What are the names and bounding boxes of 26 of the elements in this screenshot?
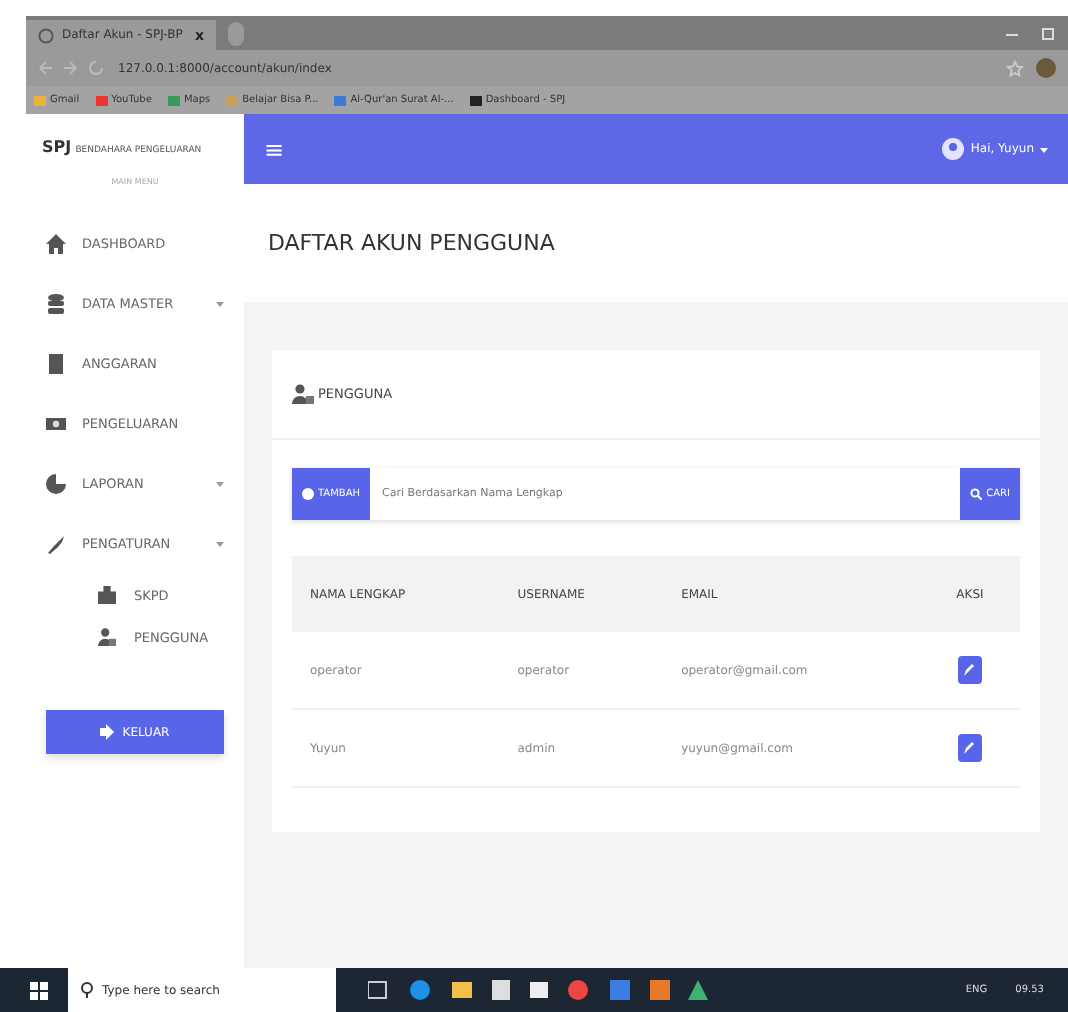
star-icon[interactable]	[1006, 59, 1024, 77]
search-icon	[970, 488, 983, 500]
avatar-icon	[942, 138, 965, 160]
users-icon	[98, 628, 118, 646]
edit-button[interactable]	[957, 734, 982, 762]
menu-icon[interactable]: ≡	[264, 135, 285, 163]
caret-icon	[1040, 145, 1048, 153]
sign-out-icon	[100, 724, 117, 740]
brand-logo: SPJ	[42, 138, 72, 156]
windows-icon[interactable]	[30, 981, 48, 999]
money-icon	[46, 414, 66, 434]
pencil-icon	[962, 663, 977, 677]
building-icon	[98, 586, 118, 604]
database-icon	[46, 294, 66, 314]
profile-icon[interactable]	[1036, 58, 1056, 78]
search-icon	[80, 982, 94, 998]
plus-icon	[302, 488, 314, 500]
chart-icon	[46, 474, 66, 494]
book-icon	[46, 354, 66, 374]
edit-button[interactable]	[957, 656, 982, 684]
page-title: DAFTAR AKUN PENGGUNA	[268, 230, 555, 256]
taskbar-apps-drawing[interactable]	[368, 978, 708, 1002]
pencil-icon	[962, 741, 977, 755]
maximize-icon[interactable]	[1040, 26, 1056, 42]
home-icon	[46, 234, 66, 254]
users-icon	[292, 384, 314, 404]
